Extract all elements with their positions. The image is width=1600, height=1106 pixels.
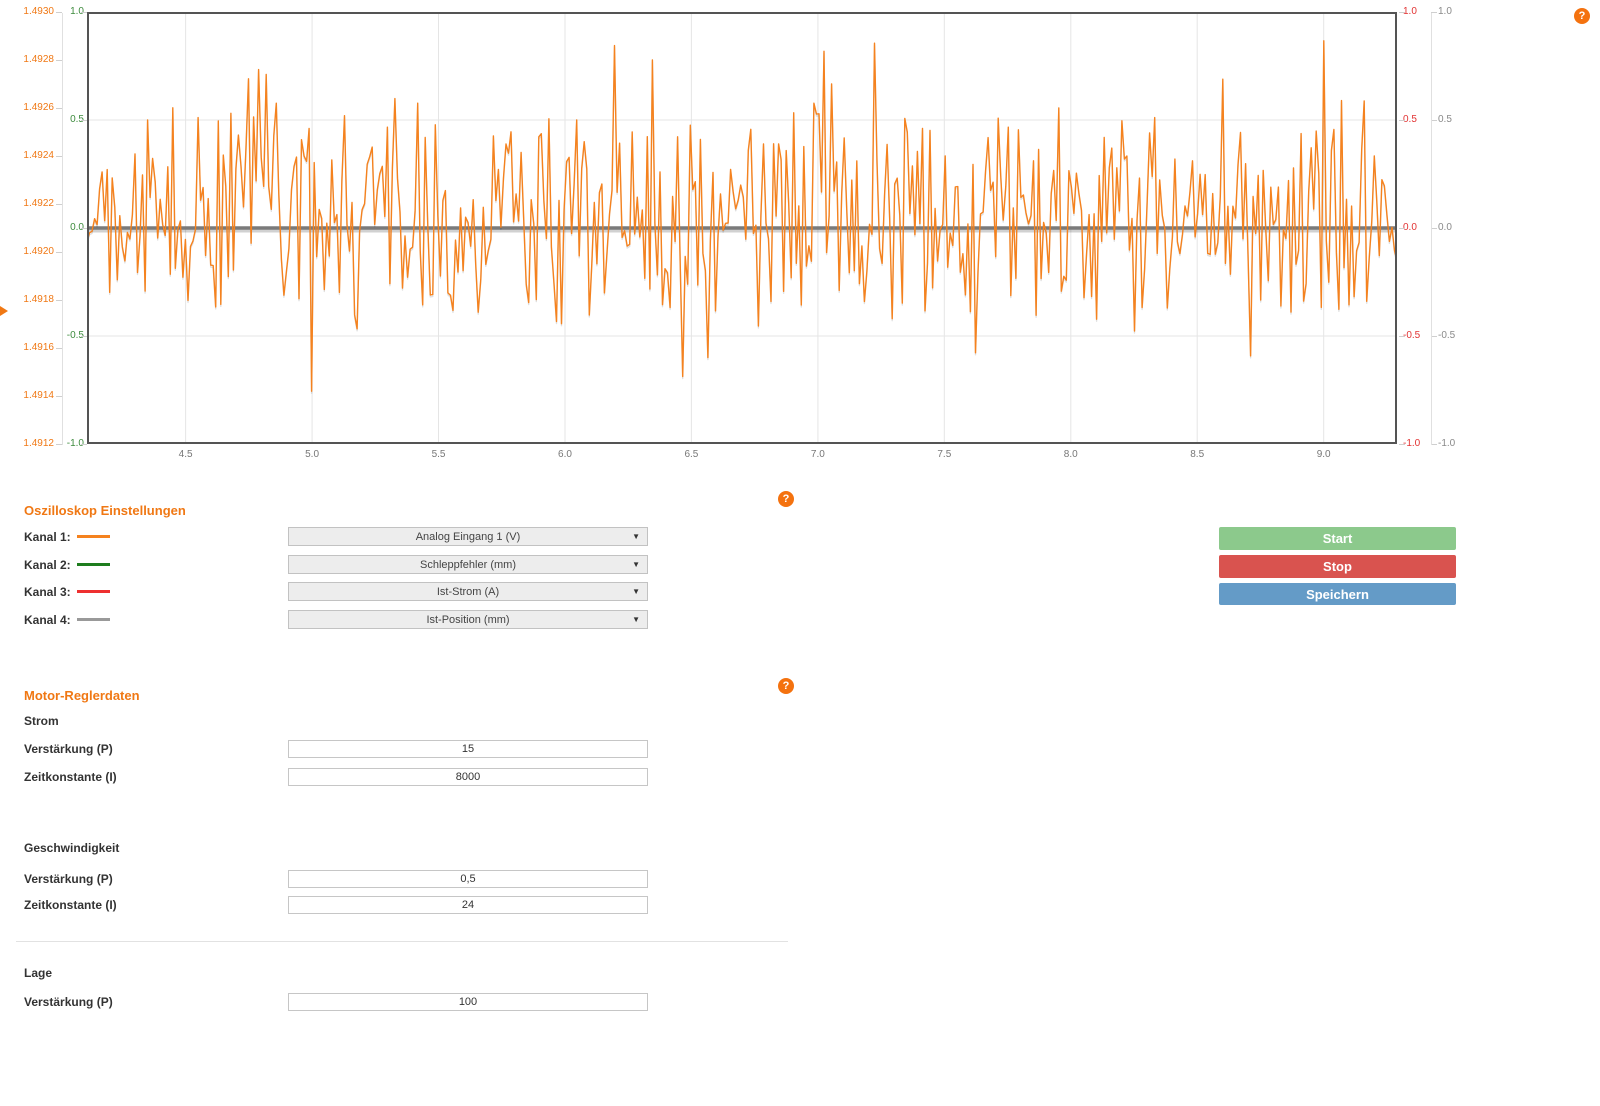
orange-axis-tick-label: 1.4930: [10, 6, 54, 18]
channel-3-select[interactable]: Ist-Strom (A) ▼: [288, 582, 648, 601]
lage-p-label: Verstärkung (P): [24, 993, 113, 1011]
oscilloscope-settings-heading: Oszilloskop Einstellungen: [24, 503, 186, 518]
channel-3-color-swatch: [77, 590, 110, 593]
axis-tick-mark: [1399, 120, 1405, 121]
section-divider: [16, 941, 788, 942]
axis-tick-mark: [81, 336, 87, 337]
orange-axis-tick-label: 1.4914: [10, 390, 54, 402]
orange-axis-tick-label: 1.4928: [10, 54, 54, 66]
stop-button[interactable]: Stop: [1219, 555, 1456, 578]
channel-2-select[interactable]: Schleppfehler (mm) ▼: [288, 555, 648, 574]
orange-axis-tick-label: 1.4926: [10, 102, 54, 114]
chevron-down-icon: ▼: [632, 615, 640, 624]
orange-axis-tick-label: 1.4924: [10, 150, 54, 162]
x-axis-tick-label: 6.5: [674, 449, 708, 461]
x-axis-tick-label: 4.5: [169, 449, 203, 461]
channel-4-label-text: Kanal 4:: [24, 613, 71, 627]
green-axis-tick-label: 1.0: [56, 6, 84, 18]
section-strom-title: Strom: [24, 714, 59, 728]
help-icon-motor[interactable]: ?: [778, 678, 794, 694]
channel-4-label: Kanal 4:: [24, 610, 110, 629]
channel-3-selected-value: Ist-Strom (A): [437, 586, 499, 598]
section-geschwindigkeit-title: Geschwindigkeit: [24, 841, 119, 855]
gray-axis-tick-label: -0.5: [1438, 330, 1472, 342]
orange-axis-tick-label: 1.4920: [10, 246, 54, 258]
channel-4-color-swatch: [77, 618, 110, 621]
axis-tick-mark: [81, 444, 87, 445]
orange-axis-tick-label: 1.4918: [10, 294, 54, 306]
gray-axis-tick-label: 1.0: [1438, 6, 1472, 18]
axis-tick-mark: [81, 228, 87, 229]
orange-axis-tick-label: 1.4922: [10, 198, 54, 210]
axis-tick-mark: [81, 120, 87, 121]
x-axis-tick-label: 6.0: [548, 449, 582, 461]
channel-3-label: Kanal 3:: [24, 582, 110, 601]
x-axis-tick-label: 5.5: [422, 449, 456, 461]
green-axis-tick-label: 0.0: [56, 222, 84, 234]
strom-p-label: Verstärkung (P): [24, 740, 113, 758]
axis-position-marker-icon: [0, 306, 8, 316]
x-axis-tick-label: 9.0: [1307, 449, 1341, 461]
geschwindigkeit-i-label: Zeitkonstante (I): [24, 896, 117, 914]
section-lage-title: Lage: [24, 966, 52, 980]
green-axis-tick-label: -0.5: [56, 330, 84, 342]
gray-axis-tick-label: 0.0: [1438, 222, 1472, 234]
orange-axis-tick-label: 1.4912: [10, 438, 54, 450]
chevron-down-icon: ▼: [632, 560, 640, 569]
help-icon-chart[interactable]: ?: [1574, 8, 1590, 24]
axis-tick-mark: [1399, 12, 1405, 13]
channel-1-color-swatch: [77, 535, 110, 538]
axis-tick-mark: [1399, 444, 1405, 445]
channel-3-label-text: Kanal 3:: [24, 585, 71, 599]
x-axis-tick-label: 8.0: [1054, 449, 1088, 461]
chevron-down-icon: ▼: [632, 532, 640, 541]
orange-axis-tick-label: 1.4916: [10, 342, 54, 354]
geschwindigkeit-i-input[interactable]: [288, 896, 648, 914]
green-axis-tick-label: -1.0: [56, 438, 84, 450]
chart-plot-area[interactable]: [87, 12, 1397, 444]
channel-2-label: Kanal 2:: [24, 555, 110, 574]
channel-1-select[interactable]: Analog Eingang 1 (V) ▼: [288, 527, 648, 546]
channel-1-label-text: Kanal 1:: [24, 530, 71, 544]
gray-axis-spine: [1431, 13, 1432, 445]
axis-tick-mark: [1399, 336, 1405, 337]
axis-tick-mark: [81, 12, 87, 13]
chevron-down-icon: ▼: [632, 587, 640, 596]
gray-axis-tick-label: -1.0: [1438, 438, 1472, 450]
lage-p-input[interactable]: [288, 993, 648, 1011]
strom-i-input[interactable]: [288, 768, 648, 786]
gray-axis-tick-label: 0.5: [1438, 114, 1472, 126]
help-icon-oscilloscope[interactable]: ?: [778, 491, 794, 507]
geschwindigkeit-p-label: Verstärkung (P): [24, 870, 113, 888]
start-button[interactable]: Start: [1219, 527, 1456, 550]
oscilloscope-chart: 1.4930 1.4928 1.4926 1.4924 1.4922 1.4920 1.49…: [0, 0, 1600, 470]
x-axis-tick-label: 7.5: [927, 449, 961, 461]
orange-axis-spine: [62, 13, 63, 445]
x-axis-tick-label: 5.0: [295, 449, 329, 461]
channel-1-label: Kanal 1:: [24, 527, 110, 546]
axis-tick-mark: [1399, 228, 1405, 229]
channel-4-selected-value: Ist-Position (mm): [426, 614, 509, 626]
geschwindigkeit-p-input[interactable]: [288, 870, 648, 888]
strom-p-input[interactable]: [288, 740, 648, 758]
save-button[interactable]: Speichern: [1219, 583, 1456, 605]
channel-2-color-swatch: [77, 563, 110, 566]
channel-1-selected-value: Analog Eingang 1 (V): [416, 531, 521, 543]
strom-i-label: Zeitkonstante (I): [24, 768, 117, 786]
channel-2-label-text: Kanal 2:: [24, 558, 71, 572]
x-axis-tick-label: 8.5: [1180, 449, 1214, 461]
channel-2-selected-value: Schleppfehler (mm): [420, 559, 516, 571]
motor-controller-heading: Motor-Reglerdaten: [24, 688, 140, 703]
channel-4-select[interactable]: Ist-Position (mm) ▼: [288, 610, 648, 629]
x-axis-tick-label: 7.0: [801, 449, 835, 461]
green-axis-tick-label: 0.5: [56, 114, 84, 126]
